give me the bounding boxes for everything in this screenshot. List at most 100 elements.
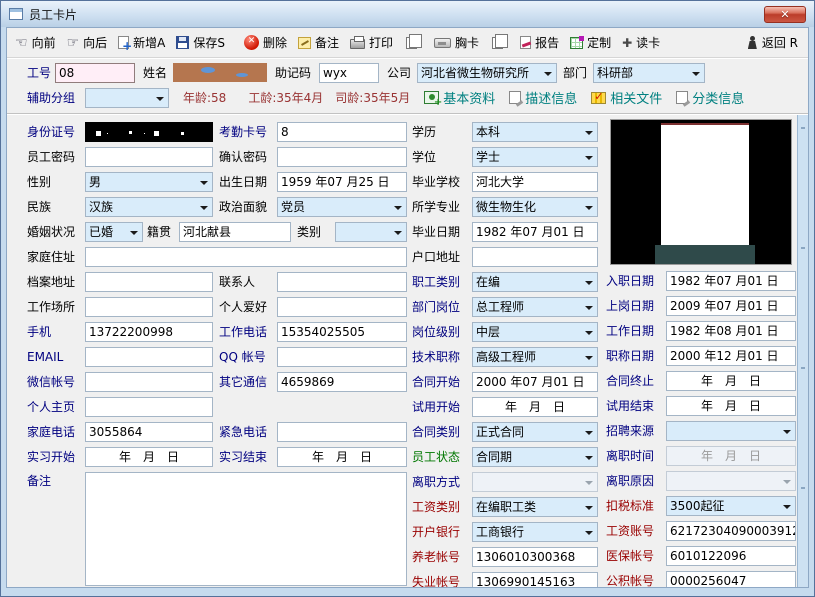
category-dropdown[interactable] xyxy=(335,222,407,242)
mobile-field[interactable]: 13722200998 xyxy=(85,322,213,342)
salary-account-field[interactable]: 6217230409000391267 xyxy=(666,521,796,541)
wechat-field[interactable] xyxy=(85,372,213,392)
read-card-button[interactable]: 读卡 xyxy=(622,34,660,51)
badge-button[interactable]: 胸卡 xyxy=(434,34,479,51)
customize-button[interactable]: 定制 xyxy=(570,34,611,51)
form-row: 部门岗位 总工程师 xyxy=(412,294,600,319)
home-phone-field[interactable]: 3055864 xyxy=(85,422,213,442)
ethnicity-dropdown[interactable]: 汉族 xyxy=(85,197,213,217)
confirm-password-field[interactable] xyxy=(277,147,407,167)
tech-title-dropdown[interactable]: 高级工程师 xyxy=(472,347,598,367)
major-dropdown[interactable]: 微生物生化 xyxy=(472,197,598,217)
pension-account-field[interactable]: 1306010300368 xyxy=(472,547,598,567)
tab-description-info[interactable]: 描述信息 xyxy=(509,88,577,107)
tab-basic-info[interactable]: 基本资料 xyxy=(424,88,495,107)
unemployment-account-field[interactable]: 1306990145163 xyxy=(472,572,598,589)
emp-no-field[interactable]: 08 xyxy=(55,63,135,83)
report-icon xyxy=(520,36,531,49)
titlebar: 员工卡片 ✕ xyxy=(1,1,814,27)
workplace-field[interactable] xyxy=(85,297,213,317)
badge-label: 胸卡 xyxy=(455,34,479,51)
contact-field[interactable] xyxy=(277,272,407,292)
aux-group-dropdown[interactable] xyxy=(85,88,169,108)
work-date-field[interactable]: 1982 年08 月01 日 xyxy=(666,321,796,341)
hand-left-icon xyxy=(15,35,28,51)
work-phone-field[interactable]: 15354025505 xyxy=(277,322,407,342)
birth-date-field[interactable]: 1959 年07 月25 日 xyxy=(277,172,407,192)
id-card-field-redacted[interactable] xyxy=(85,122,213,142)
print-label: 打印 xyxy=(369,34,393,51)
medical-account-field[interactable]: 6010122096 xyxy=(666,546,796,566)
title-date-field[interactable]: 2000 年12 月01 日 xyxy=(666,346,796,366)
dept-post-dropdown[interactable]: 总工程师 xyxy=(472,297,598,317)
education-dropdown[interactable]: 本科 xyxy=(472,122,598,142)
leave-reason-label: 离职原因 xyxy=(606,472,666,489)
qq-field[interactable] xyxy=(277,347,407,367)
political-dropdown[interactable]: 党员 xyxy=(277,197,407,217)
grad-date-field[interactable]: 1982 年07 月01 日 xyxy=(472,222,598,242)
print-button[interactable]: 打印 xyxy=(350,34,393,51)
tab-classification-info[interactable]: 分类信息 xyxy=(676,88,744,107)
probation-start-field[interactable]: 年 月 日 xyxy=(472,397,598,417)
post-date-label: 上岗日期 xyxy=(606,297,666,314)
gender-dropdown[interactable]: 男 xyxy=(85,172,213,192)
report-button[interactable]: 报告 xyxy=(520,34,559,51)
delete-button[interactable]: 删除 xyxy=(244,34,287,51)
tab-related-files[interactable]: 相关文件 xyxy=(591,88,662,107)
mnemonic-field[interactable]: wyx xyxy=(319,63,379,83)
forward-button[interactable]: 向前 xyxy=(15,34,56,51)
native-place-field[interactable]: 河北献县 xyxy=(179,222,291,242)
password-field[interactable] xyxy=(85,147,213,167)
school-field[interactable]: 河北大学 xyxy=(472,172,598,192)
gender-value: 男 xyxy=(89,173,101,190)
form-row: 工作场所 个人爱好 xyxy=(27,294,407,319)
intern-start-field[interactable]: 年 月 日 xyxy=(85,447,213,467)
tech-title-label: 技术职称 xyxy=(412,348,472,365)
close-button[interactable]: ✕ xyxy=(764,6,806,23)
probation-end-field[interactable]: 年 月 日 xyxy=(666,396,796,416)
email-field[interactable] xyxy=(85,347,213,367)
bank-value: 工商银行 xyxy=(476,523,524,540)
hobby-field[interactable] xyxy=(277,297,407,317)
fund-account-field[interactable]: 0000256047 xyxy=(666,571,796,589)
file-address-field[interactable] xyxy=(85,272,213,292)
related-files-icon xyxy=(591,92,606,104)
home-address-field[interactable] xyxy=(85,247,407,267)
post-date-field[interactable]: 2009 年07 月01 日 xyxy=(666,296,796,316)
intern-end-field[interactable]: 年 月 日 xyxy=(277,447,407,467)
contract-end-field[interactable]: 年 月 日 xyxy=(666,371,796,391)
emergency-phone-field[interactable] xyxy=(277,422,407,442)
save-button[interactable]: 保存S xyxy=(176,34,225,51)
attend-card-field[interactable]: 8 xyxy=(277,122,407,142)
return-button[interactable]: 返回 R xyxy=(746,34,798,51)
marital-dropdown[interactable]: 已婚 xyxy=(85,222,143,242)
employee-photo[interactable] xyxy=(610,119,792,265)
print-preview-button[interactable] xyxy=(404,37,417,49)
hukou-address-field[interactable] xyxy=(472,247,598,267)
chevron-down-icon xyxy=(585,331,593,335)
add-button[interactable]: 新增A xyxy=(118,34,165,51)
salary-type-dropdown[interactable]: 在编职工类 xyxy=(472,497,598,517)
hire-date-field[interactable]: 1982 年07 月01 日 xyxy=(666,271,796,291)
bank-dropdown[interactable]: 工商银行 xyxy=(472,522,598,542)
emp-status-dropdown[interactable]: 合同期 xyxy=(472,447,598,467)
homepage-field[interactable] xyxy=(85,397,213,417)
post-level-dropdown[interactable]: 中层 xyxy=(472,322,598,342)
recruit-source-dropdown[interactable] xyxy=(666,421,796,441)
contract-end-label: 合同终止 xyxy=(606,372,666,389)
badge-preview-button[interactable] xyxy=(490,37,503,49)
contract-type-dropdown[interactable]: 正式合同 xyxy=(472,422,598,442)
company-dropdown[interactable]: 河北省微生物研究所 xyxy=(417,63,557,83)
other-comm-field[interactable]: 4659869 xyxy=(277,372,407,392)
contract-start-field[interactable]: 2000 年07 月01 日 xyxy=(472,372,598,392)
backward-button[interactable]: 向后 xyxy=(67,34,108,51)
plus-icon xyxy=(622,36,632,50)
remark-label: 备注 xyxy=(27,472,85,489)
staff-type-dropdown[interactable]: 在编 xyxy=(472,272,598,292)
note-button[interactable]: 备注 xyxy=(298,34,339,51)
degree-dropdown[interactable]: 学士 xyxy=(472,147,598,167)
tax-standard-dropdown[interactable]: 3500起征 xyxy=(666,496,796,516)
name-field-redacted[interactable] xyxy=(173,63,267,82)
dept-dropdown[interactable]: 科研部 xyxy=(593,63,705,83)
remark-textarea[interactable] xyxy=(85,472,407,586)
